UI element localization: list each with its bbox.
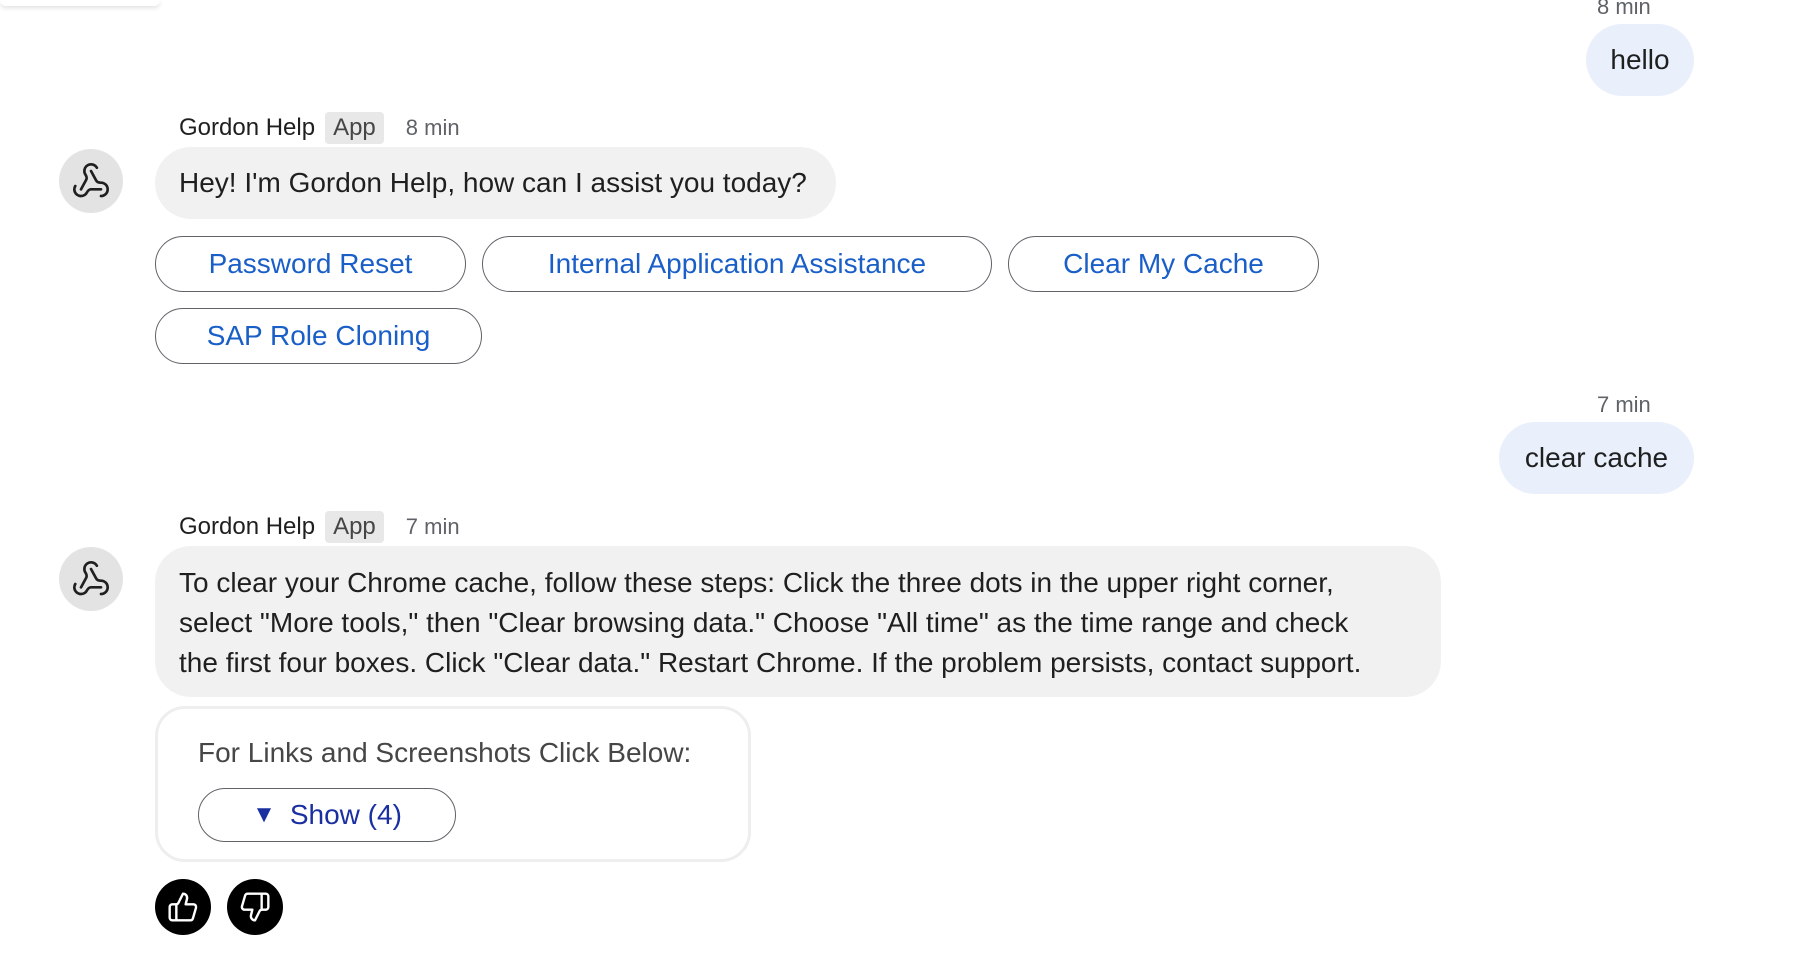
chip-internal-application-assistance[interactable]: Internal Application Assistance (482, 236, 992, 292)
bot-message-line: the first four boxes. Click "Clear data.… (179, 647, 1362, 678)
chip-password-reset[interactable]: Password Reset (155, 236, 466, 292)
thumbs-up-icon (168, 892, 198, 922)
sender-name: Gordon Help (179, 114, 316, 141)
sender-name: Gordon Help (179, 513, 316, 540)
triangle-down-icon: ▼ (252, 801, 276, 828)
bot-message-timestamp: 8 min (405, 115, 460, 140)
show-links-label: Show (4) (289, 799, 402, 830)
user-message-timestamp: 8 min (1597, 0, 1651, 19)
links-card-title: For Links and Screenshots Click Below: (198, 737, 692, 768)
user-message-timestamp: 7 min (1597, 392, 1651, 417)
bot-avatar (59, 149, 123, 213)
app-badge: App (325, 112, 384, 144)
user-message-bubble: clear cache (1499, 422, 1694, 494)
thumbs-up-button[interactable] (155, 879, 211, 935)
webhook-icon (73, 561, 109, 596)
chat-transcript: 8 min hello Gordon Help App 8 min Hey! I… (0, 0, 1820, 954)
thumbs-down-button[interactable] (227, 879, 283, 935)
chip-sap-role-cloning[interactable]: SAP Role Cloning (155, 308, 482, 364)
bot-message-bubble: To clear your Chrome cache, follow these… (155, 546, 1441, 697)
bot-message-timestamp: 7 min (405, 514, 460, 539)
bot-avatar (59, 547, 123, 611)
user-message-bubble: hello (1586, 24, 1694, 96)
app-badge: App (325, 511, 384, 543)
bot-message-header: Gordon Help App 8 min (179, 111, 460, 145)
chip-clear-my-cache[interactable]: Clear My Cache (1008, 236, 1319, 292)
bot-message-bubble: Hey! I'm Gordon Help, how can I assist y… (155, 147, 836, 219)
bot-message-line: select "More tools," then "Clear browsin… (179, 607, 1349, 638)
webhook-icon (73, 163, 109, 198)
show-links-button[interactable]: ▼ Show (4) (198, 788, 456, 842)
bot-message-header: Gordon Help App 7 min (179, 510, 460, 544)
top-panel-shadow (0, 0, 160, 6)
thumbs-down-icon (240, 892, 270, 922)
links-card: For Links and Screenshots Click Below: ▼… (155, 706, 751, 862)
bot-message-line: To clear your Chrome cache, follow these… (179, 567, 1334, 598)
